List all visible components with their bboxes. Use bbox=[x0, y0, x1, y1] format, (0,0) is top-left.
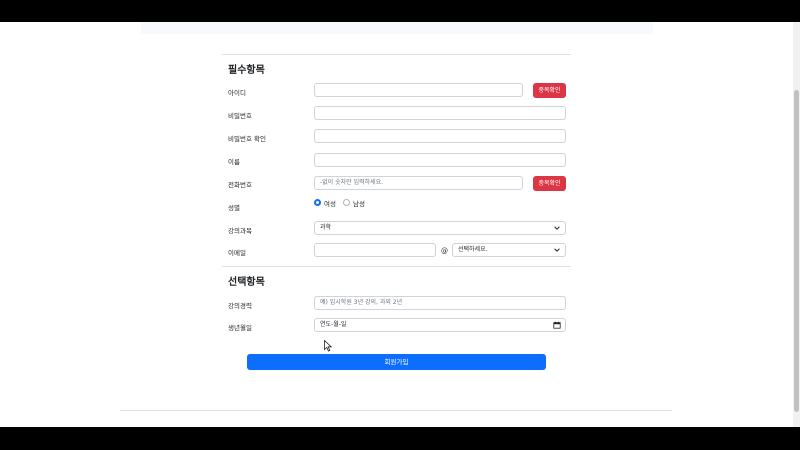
career-label: 강의경력 bbox=[228, 302, 252, 310]
password-confirm-input[interactable] bbox=[314, 129, 566, 143]
email-domain-select-value: 선택하세요. bbox=[458, 246, 488, 253]
page-scrollbar[interactable] bbox=[793, 22, 800, 427]
gender-male-radio[interactable] bbox=[343, 199, 350, 206]
chevron-down-icon bbox=[554, 226, 560, 230]
required-section-title: 필수항목 bbox=[228, 65, 265, 76]
password-label: 비밀번호 bbox=[228, 112, 252, 120]
gender-female-label[interactable]: 여성 bbox=[324, 198, 336, 208]
optional-section-title: 선택항목 bbox=[228, 277, 265, 288]
section-divider bbox=[222, 266, 571, 267]
email-domain-select[interactable]: 선택하세요. bbox=[452, 243, 566, 257]
scrollbar-thumb[interactable] bbox=[794, 90, 799, 412]
user-id-input[interactable] bbox=[314, 83, 523, 97]
signup-page: 필수항목 아이디 중복확인 비밀번호 비밀번호 확인 이름 전화번호 -없이 숫… bbox=[0, 22, 793, 427]
signup-submit-button[interactable]: 회원가입 bbox=[247, 354, 546, 370]
subject-select[interactable]: 과학 bbox=[314, 221, 566, 235]
birthdate-label: 생년월일 bbox=[228, 324, 252, 332]
gender-label: 성별 bbox=[228, 204, 240, 212]
user-id-label: 아이디 bbox=[228, 89, 246, 97]
mouse-cursor-icon bbox=[324, 340, 332, 352]
phone-check-button[interactable]: 중복확인 bbox=[533, 176, 566, 191]
section-divider bbox=[222, 54, 571, 55]
subject-select-value: 과학 bbox=[320, 224, 332, 231]
password-input[interactable] bbox=[314, 106, 566, 120]
name-input[interactable] bbox=[314, 153, 566, 167]
chevron-down-icon bbox=[554, 248, 560, 252]
birthdate-placeholder: 연도-월-일 bbox=[320, 321, 347, 328]
career-input[interactable]: 예) 입시학원 3년 강의, 과외 2년 bbox=[314, 296, 566, 310]
email-label: 이메일 bbox=[228, 249, 246, 257]
password-confirm-label: 비밀번호 확인 bbox=[228, 135, 266, 143]
gender-female-radio[interactable] bbox=[314, 199, 321, 206]
gender-male-label[interactable]: 남성 bbox=[353, 198, 365, 208]
calendar-icon[interactable] bbox=[553, 321, 561, 329]
phone-label: 전화번호 bbox=[228, 181, 252, 189]
birthdate-input[interactable]: 연도-월-일 bbox=[314, 318, 566, 332]
subject-label: 강의과목 bbox=[228, 227, 252, 235]
id-check-button[interactable]: 중복확인 bbox=[533, 83, 566, 98]
email-local-input[interactable] bbox=[314, 243, 436, 257]
footer-divider bbox=[120, 410, 672, 411]
email-at-sign: @ bbox=[441, 247, 448, 255]
phone-input[interactable]: -없이 숫자만 입력하세요. bbox=[314, 176, 523, 190]
header-band bbox=[141, 22, 653, 34]
name-label: 이름 bbox=[228, 158, 240, 166]
